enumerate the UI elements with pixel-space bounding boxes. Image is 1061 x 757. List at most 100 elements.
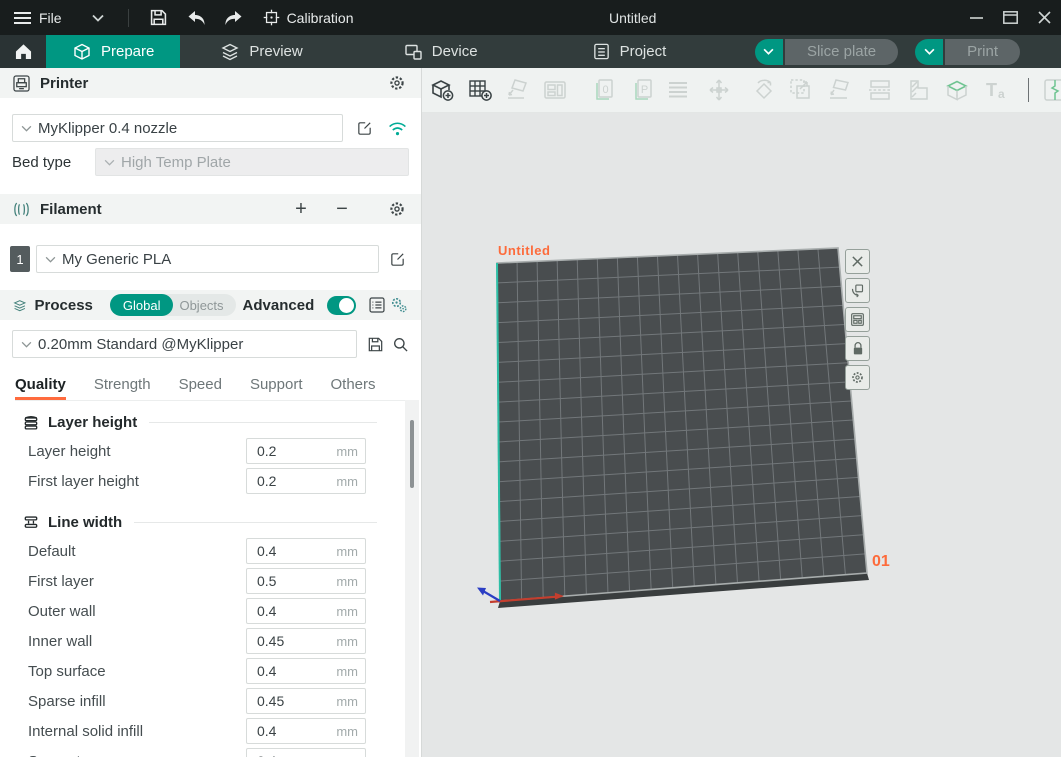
text-tool-icon: Ta [983,77,1009,103]
main-tab-bar: Prepare Preview Device Project Slice pla… [0,35,1061,68]
orient-plate-icon [850,283,865,298]
param-unit: mm [336,724,365,739]
process-scope-toggle[interactable]: Global Objects [110,294,236,316]
support-line-width-input[interactable]: 0.4 mm [246,748,366,757]
text-tool-button[interactable]: Ta [983,77,1009,103]
file-menu-chevron[interactable] [82,5,114,31]
bed-type-dropdown[interactable]: High Temp Plate [95,148,409,176]
add-filament-button[interactable]: + [289,197,313,221]
first-layer-line-width-input[interactable]: 0.5 mm [246,568,366,594]
calibration-button[interactable]: Calibration [263,9,354,26]
save-button[interactable] [143,5,175,31]
home-button[interactable] [0,35,46,68]
printer-preset-dropdown[interactable]: MyKlipper 0.4 nozzle [12,114,343,142]
auto-orient-button[interactable] [505,77,531,103]
bed-type-value: High Temp Plate [121,154,231,171]
printer-settings-button[interactable] [385,71,409,95]
chevron-down-icon [21,125,32,132]
tab-others[interactable]: Others [331,376,376,400]
scale-tool-button[interactable] [788,77,814,103]
inner-wall-line-width-input[interactable]: 0.45 mm [246,628,366,654]
tab-project[interactable]: Project [566,35,693,68]
scene-3d[interactable]: Untitled 01 [422,113,1061,757]
lock-icon [851,341,865,356]
param-value: 0.4 [247,543,276,559]
print-label[interactable]: Print [945,39,1020,65]
tab-quality[interactable]: Quality [15,376,66,400]
undo-icon [187,10,207,26]
maximize-button[interactable] [993,0,1027,35]
sparse-infill-line-width-input[interactable]: 0.45 mm [246,688,366,714]
minimize-button[interactable] [959,0,993,35]
advanced-toggle[interactable] [327,296,356,315]
filament-section-title: Filament [40,201,102,218]
tab-speed[interactable]: Speed [179,376,222,400]
sidebar: Printer MyKlipper 0.4 nozzle Bed type Hi… [0,68,422,757]
default-line-width-input[interactable]: 0.4 mm [246,538,366,564]
add-plate-button[interactable] [467,77,493,103]
remove-filament-button[interactable]: − [330,197,354,221]
file-menu[interactable]: File [14,10,62,26]
tab-strength[interactable]: Strength [94,376,151,400]
arrange-plate-button[interactable] [845,307,870,332]
object-list-button[interactable] [665,77,691,103]
auto-orient-plate-button[interactable] [845,278,870,303]
arrange-button[interactable] [542,77,568,103]
rotate-tool-button[interactable] [751,77,777,103]
lay-on-face-button[interactable] [827,77,853,103]
scrollbar-thumb[interactable] [410,420,414,488]
param-value: 0.4 [247,723,276,739]
wifi-connection-icon[interactable] [385,116,409,140]
scope-global[interactable]: Global [110,294,174,316]
tab-prepare[interactable]: Prepare [46,35,180,68]
lock-plate-button[interactable] [845,336,870,361]
param-label: Sparse infill [0,693,246,710]
search-preset-button[interactable] [392,332,409,356]
parameter-search-button[interactable] [389,293,409,317]
doc-zero-glyph: 0 [602,84,608,96]
assembly-view-button[interactable] [944,77,970,103]
plate-number-label: 01 [872,553,890,571]
tab-support[interactable]: Support [250,376,303,400]
save-preset-button[interactable] [367,332,384,356]
scrollbar[interactable] [405,400,419,757]
plate-settings-button[interactable] [845,365,870,390]
edit-printer-button[interactable] [352,116,376,140]
filament-settings-button[interactable] [385,197,409,221]
slice-options-chevron[interactable] [755,39,783,65]
filament-preset-dropdown[interactable]: My Generic PLA [36,245,379,273]
viewport[interactable]: 0 P [422,68,1061,757]
import-objects-button[interactable]: 0 [591,77,617,103]
first-layer-height-input[interactable]: 0.2 mm [246,468,366,494]
tab-device[interactable]: Device [377,35,504,68]
chevron-down-icon [21,341,32,348]
process-preset-value: 0.20mm Standard @MyKlipper [38,336,243,353]
filament-slot-badge[interactable]: 1 [10,246,30,272]
plate-title-label[interactable]: Untitled [498,243,550,258]
print-options-chevron[interactable] [915,39,943,65]
outer-wall-line-width-input[interactable]: 0.4 mm [246,598,366,624]
cut-tool-button[interactable] [867,77,893,103]
slice-plate-label[interactable]: Slice plate [785,39,898,65]
internal-solid-infill-line-width-input[interactable]: 0.4 mm [246,718,366,744]
support-paint-button[interactable] [906,77,932,103]
layer-height-input[interactable]: 0.2 mm [246,438,366,464]
close-button[interactable] [1027,0,1061,35]
scope-objects[interactable]: Objects [173,298,235,313]
parameter-table-button[interactable] [367,293,387,317]
redo-button[interactable] [217,5,249,31]
edit-filament-button[interactable] [385,247,409,271]
process-preset-dropdown[interactable]: 0.20mm Standard @MyKlipper [12,330,357,358]
move-tool-button[interactable] [706,77,732,103]
top-surface-line-width-input[interactable]: 0.4 mm [246,658,366,684]
delete-plate-button[interactable] [845,249,870,274]
tab-preview[interactable]: Preview [194,35,328,68]
param-row: First layer height 0.2 mm [0,466,405,496]
undo-button[interactable] [181,5,213,31]
param-value: 0.45 [247,693,284,709]
import-profile-button[interactable]: P [630,77,656,103]
split-tool-button[interactable] [1042,77,1061,103]
add-object-button[interactable] [429,77,455,103]
split-icon [1042,77,1061,103]
preview-icon [220,42,240,62]
